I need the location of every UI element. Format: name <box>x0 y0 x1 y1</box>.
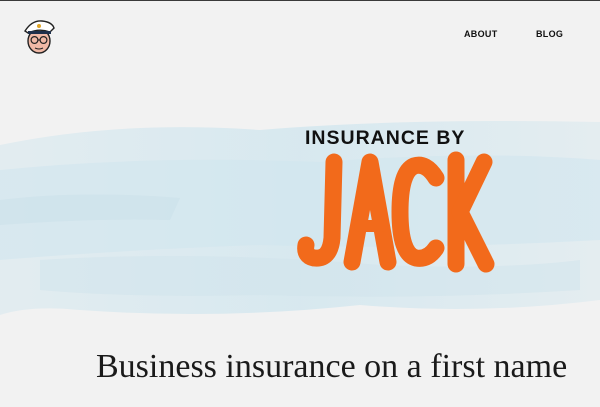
nav-blog-link[interactable]: BLOG <box>536 29 563 39</box>
hero-headline: Business insurance on a first name <box>96 348 568 385</box>
brand-title-jack <box>297 151 495 273</box>
top-border <box>0 0 600 1</box>
brand-title-line1: INSURANCE BY <box>305 127 466 149</box>
nav-about-link[interactable]: ABOUT <box>464 29 498 39</box>
top-nav: ABOUT BLOG <box>0 29 600 43</box>
